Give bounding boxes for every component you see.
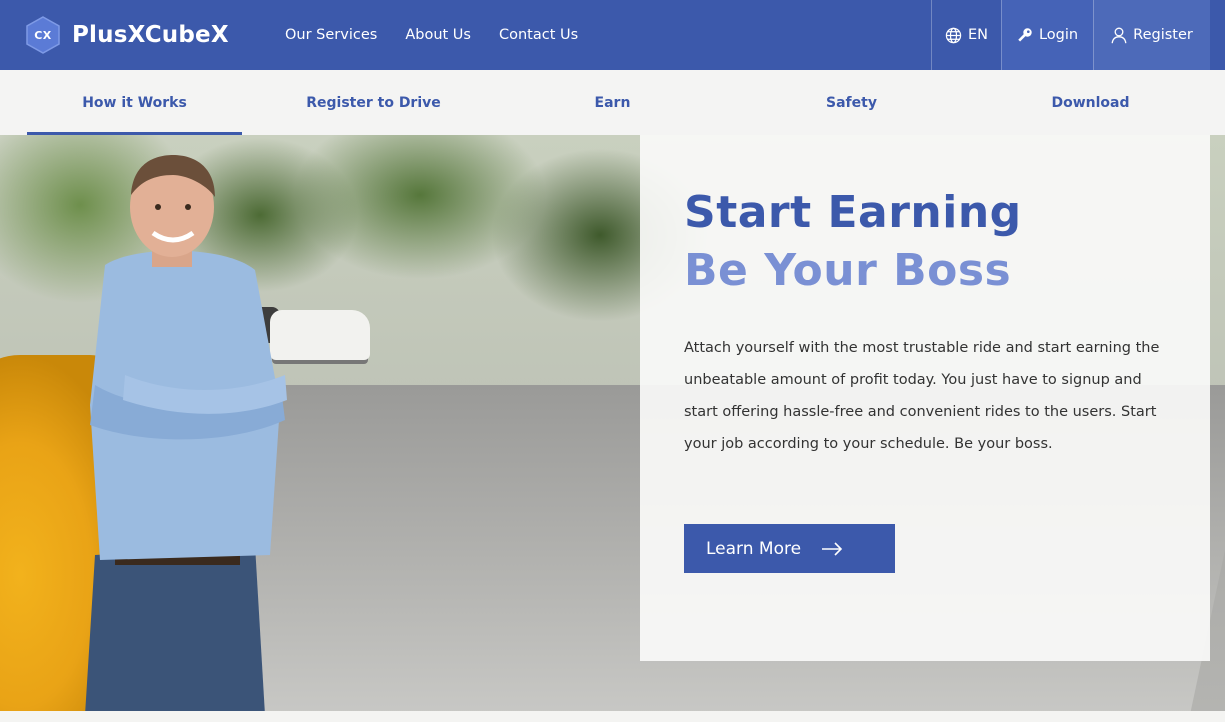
tab-safety[interactable]: Safety [732,70,971,135]
hero-content-card: Start Earning Be Your Boss Attach yourse… [640,135,1210,661]
nav-our-services[interactable]: Our Services [285,27,377,43]
learn-more-button[interactable]: Learn More [684,524,895,573]
language-selector[interactable]: EN [931,0,1001,70]
main-nav: Our Services About Us Contact Us [285,27,606,43]
register-label: Register [1133,27,1193,43]
hero-headline-primary: Start Earning [684,187,1022,238]
tab-register-to-drive[interactable]: Register to Drive [254,70,493,135]
nav-about-us[interactable]: About Us [405,27,471,43]
globe-icon [945,27,962,43]
account-nav: EN Login Register [931,0,1210,70]
arrow-right-icon [822,541,843,556]
brand-logo[interactable]: CX PlusXCubeX [24,16,269,54]
key-icon [1018,28,1032,42]
sub-nav: How it Works Register to Drive Earn Safe… [0,70,1225,135]
tab-how-it-works[interactable]: How it Works [15,70,254,135]
login-button[interactable]: Login [1001,0,1093,70]
nav-contact-us[interactable]: Contact Us [499,27,578,43]
logo-hexagon-icon: CX [24,16,62,54]
hero-headline-secondary: Be Your Boss [684,245,1012,296]
page-bottom-strip [0,711,1225,722]
register-button[interactable]: Register [1093,0,1210,70]
language-label: EN [967,27,988,43]
tab-earn[interactable]: Earn [493,70,732,135]
tab-download[interactable]: Download [971,70,1210,135]
top-header: CX PlusXCubeX Our Services About Us Cont… [0,0,1225,70]
hero-description: Attach yourself with the most trustable … [684,340,1160,452]
user-icon [1111,27,1127,43]
driver-photo [85,155,287,711]
login-label: Login [1038,27,1079,43]
brand-name: PlusXCubeX [72,22,229,48]
logo-text: CX [34,28,52,42]
learn-more-label: Learn More [706,538,802,559]
